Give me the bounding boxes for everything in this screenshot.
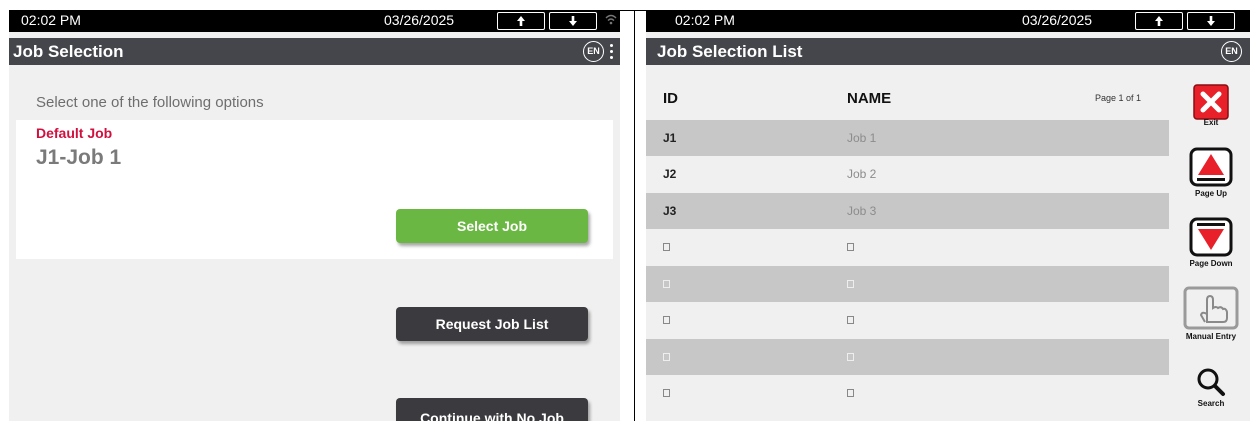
language-button[interactable]: EN — [583, 41, 604, 62]
page-indicator: Page 1 of 1 — [1095, 93, 1142, 103]
status-time: 02:02 PM — [21, 12, 81, 28]
table-row[interactable]: J1 Job 1 — [646, 120, 1169, 156]
page-title: Job Selection List — [657, 42, 803, 61]
scroll-up-button[interactable] — [497, 12, 545, 30]
job-selection-list-screen: 02:02 PM 03/26/2025 Job Selection List E… — [646, 10, 1250, 421]
column-header-id: ID — [663, 90, 678, 107]
page-down-button[interactable]: Page Down — [1180, 217, 1242, 268]
language-icon: EN — [1225, 46, 1238, 56]
page-down-label: Page Down — [1189, 259, 1233, 268]
manual-entry-button[interactable]: Manual Entry — [1180, 286, 1242, 341]
scroll-up-button[interactable] — [1135, 12, 1183, 30]
empty-cell-icon — [847, 243, 854, 251]
language-button[interactable]: EN — [1221, 41, 1242, 62]
search-button[interactable]: Search — [1180, 367, 1242, 408]
job-selection-screen: 02:02 PM 03/26/2025 Job Selection EN Sel… — [9, 10, 620, 421]
empty-cell-icon — [663, 243, 670, 251]
default-job-label: Default Job — [36, 125, 113, 141]
kebab-menu-icon[interactable] — [610, 44, 613, 62]
empty-table-row[interactable] — [646, 302, 1169, 338]
manual-entry-label: Manual Entry — [1185, 332, 1237, 341]
empty-cell-icon — [663, 353, 670, 361]
empty-cell-icon — [847, 353, 854, 361]
scroll-down-button[interactable] — [1187, 12, 1235, 30]
screen-separator-vertical — [634, 10, 635, 421]
empty-table-row[interactable] — [646, 266, 1169, 302]
exit-button[interactable]: Exit — [1180, 84, 1242, 127]
empty-table-row[interactable] — [646, 339, 1169, 375]
status-bar: 02:02 PM 03/26/2025 — [646, 10, 1250, 32]
empty-cell-icon — [847, 316, 854, 324]
exit-label: Exit — [1203, 118, 1219, 127]
screen-separator-top — [620, 10, 646, 11]
page-up-label: Page Up — [1194, 189, 1227, 198]
select-job-button[interactable]: Select Job — [396, 209, 588, 243]
table-row[interactable]: J2 Job 2 — [646, 156, 1169, 192]
manual-entry-icon — [1183, 286, 1239, 330]
page-up-button[interactable]: Page Up — [1180, 147, 1242, 198]
table-row[interactable]: J3 Job 3 — [646, 193, 1169, 229]
job-name: Job 1 — [847, 131, 877, 145]
search-label: Search — [1197, 399, 1225, 408]
scroll-down-button[interactable] — [549, 12, 597, 30]
empty-table-row[interactable] — [646, 229, 1169, 265]
down-arrow-icon — [569, 16, 577, 26]
title-bar: Job Selection List EN — [646, 38, 1250, 65]
up-arrow-icon — [1155, 16, 1163, 26]
column-header-name: NAME — [847, 90, 892, 107]
exit-icon — [1193, 84, 1229, 120]
status-date: 03/26/2025 — [384, 12, 455, 28]
request-job-list-button[interactable]: Request Job List — [396, 307, 588, 341]
continue-with-no-job-button[interactable]: Continue with No Job — [396, 398, 588, 421]
status-date: 03/26/2025 — [1022, 12, 1093, 28]
up-arrow-icon — [517, 16, 525, 26]
job-id: J2 — [663, 167, 677, 181]
page-title: Job Selection — [13, 42, 124, 61]
title-bar: Job Selection EN — [9, 38, 620, 65]
empty-table-row[interactable] — [646, 375, 1169, 411]
empty-cell-icon — [663, 316, 670, 324]
job-name: Job 3 — [847, 204, 877, 218]
search-icon — [1197, 368, 1225, 396]
page-down-icon — [1189, 217, 1233, 257]
language-icon: EN — [587, 46, 600, 56]
job-name: Job 2 — [847, 167, 877, 181]
status-bar: 02:02 PM 03/26/2025 — [9, 10, 620, 32]
empty-cell-icon — [847, 389, 854, 397]
status-time: 02:02 PM — [675, 12, 735, 28]
wifi-icon — [605, 14, 617, 25]
empty-cell-icon — [663, 389, 670, 397]
down-arrow-icon — [1207, 16, 1215, 26]
empty-cell-icon — [847, 280, 854, 288]
job-id: J1 — [663, 131, 677, 145]
empty-cell-icon — [663, 280, 670, 288]
instruction-text: Select one of the following options — [36, 94, 264, 111]
page-up-icon — [1189, 147, 1233, 187]
job-id: J3 — [663, 204, 677, 218]
default-job-value: J1-Job 1 — [36, 146, 122, 169]
